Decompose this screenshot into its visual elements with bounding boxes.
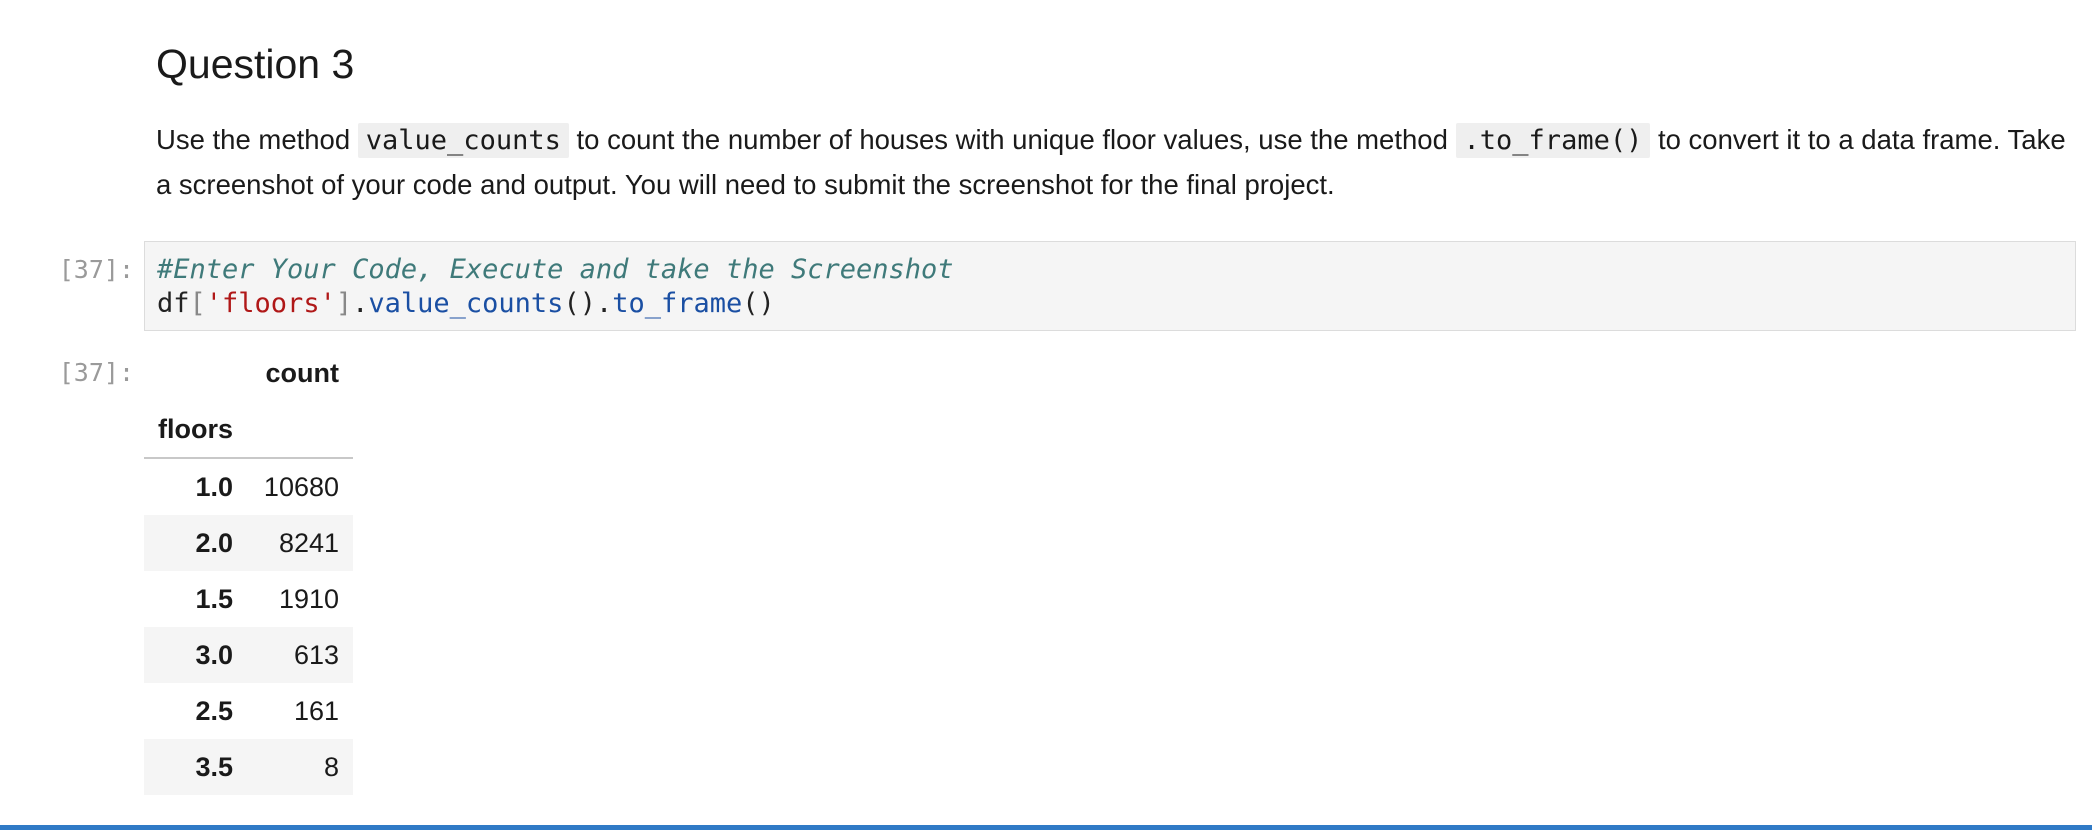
- code-token: .: [352, 288, 369, 319]
- code-function: to_frame: [612, 288, 743, 319]
- row-count: 8: [323, 751, 340, 782]
- header-blank: [144, 345, 247, 401]
- row-index: 2.0: [195, 527, 234, 558]
- table-row: 2.0 8241: [144, 515, 354, 571]
- question-text-part: Use the method: [156, 124, 358, 155]
- header-row: count: [144, 345, 353, 401]
- table-row: 2.5 161: [144, 683, 353, 739]
- code-token: [: [189, 288, 206, 319]
- code-token: .: [595, 288, 613, 319]
- output-prompt: [37]:: [58, 358, 134, 387]
- table-row: 1.5 1910: [144, 571, 353, 627]
- row-count: 613: [293, 639, 340, 670]
- question-text: Use the method value_counts to count the…: [156, 118, 2066, 207]
- row-index: 1.5: [195, 583, 234, 614]
- markdown-cell[interactable]: Question 3 Use the method value_counts t…: [156, 38, 2066, 207]
- row-index: 2.5: [195, 695, 234, 726]
- row-count: 10680: [263, 471, 340, 502]
- code-cell-editor[interactable]: #Enter Your Code, Execute and take the S…: [144, 241, 2076, 331]
- index-name: floors: [158, 413, 234, 444]
- index-name-blank: [247, 401, 353, 458]
- code-token: df: [157, 288, 190, 319]
- question-title: Question 3: [156, 41, 355, 87]
- row-count: 8241: [278, 527, 340, 558]
- column-header: count: [265, 357, 340, 388]
- code-string: 'floors': [205, 288, 336, 319]
- table-row: 1.0 10680: [144, 458, 353, 515]
- code-comment: #Enter Your Code, Execute and take the S…: [157, 254, 954, 285]
- code-token: ]: [335, 288, 353, 319]
- table-row: 3.0 613: [144, 627, 354, 683]
- row-count: 161: [293, 695, 340, 726]
- table-row: 3.5 8: [144, 739, 354, 795]
- code-function: value_counts: [368, 288, 564, 319]
- question-text-part: to count the number of houses with uniqu…: [568, 124, 1456, 155]
- row-count: 1910: [278, 583, 340, 614]
- row-index: 1.0: [195, 471, 234, 502]
- row-index: 3.5: [195, 751, 234, 782]
- code-line-1[interactable]: #Enter Your Code, Execute and take the S…: [157, 254, 954, 285]
- row-index: 3.0: [195, 639, 234, 670]
- code-line-2[interactable]: df['floors'].value_counts().to_frame(): [157, 288, 775, 319]
- input-prompt: [37]:: [58, 255, 134, 284]
- code-token: (): [742, 288, 775, 319]
- inline-code-value-counts: value_counts: [357, 123, 569, 158]
- code-token: (): [563, 288, 596, 319]
- inline-code-to-frame: .to_frame(): [1455, 123, 1651, 158]
- output-dataframe: count floors 1.0 10680 2.0 8241 1.5 1910…: [144, 345, 354, 795]
- index-name-row: floors: [144, 401, 354, 458]
- active-cell-indicator: [0, 825, 2092, 830]
